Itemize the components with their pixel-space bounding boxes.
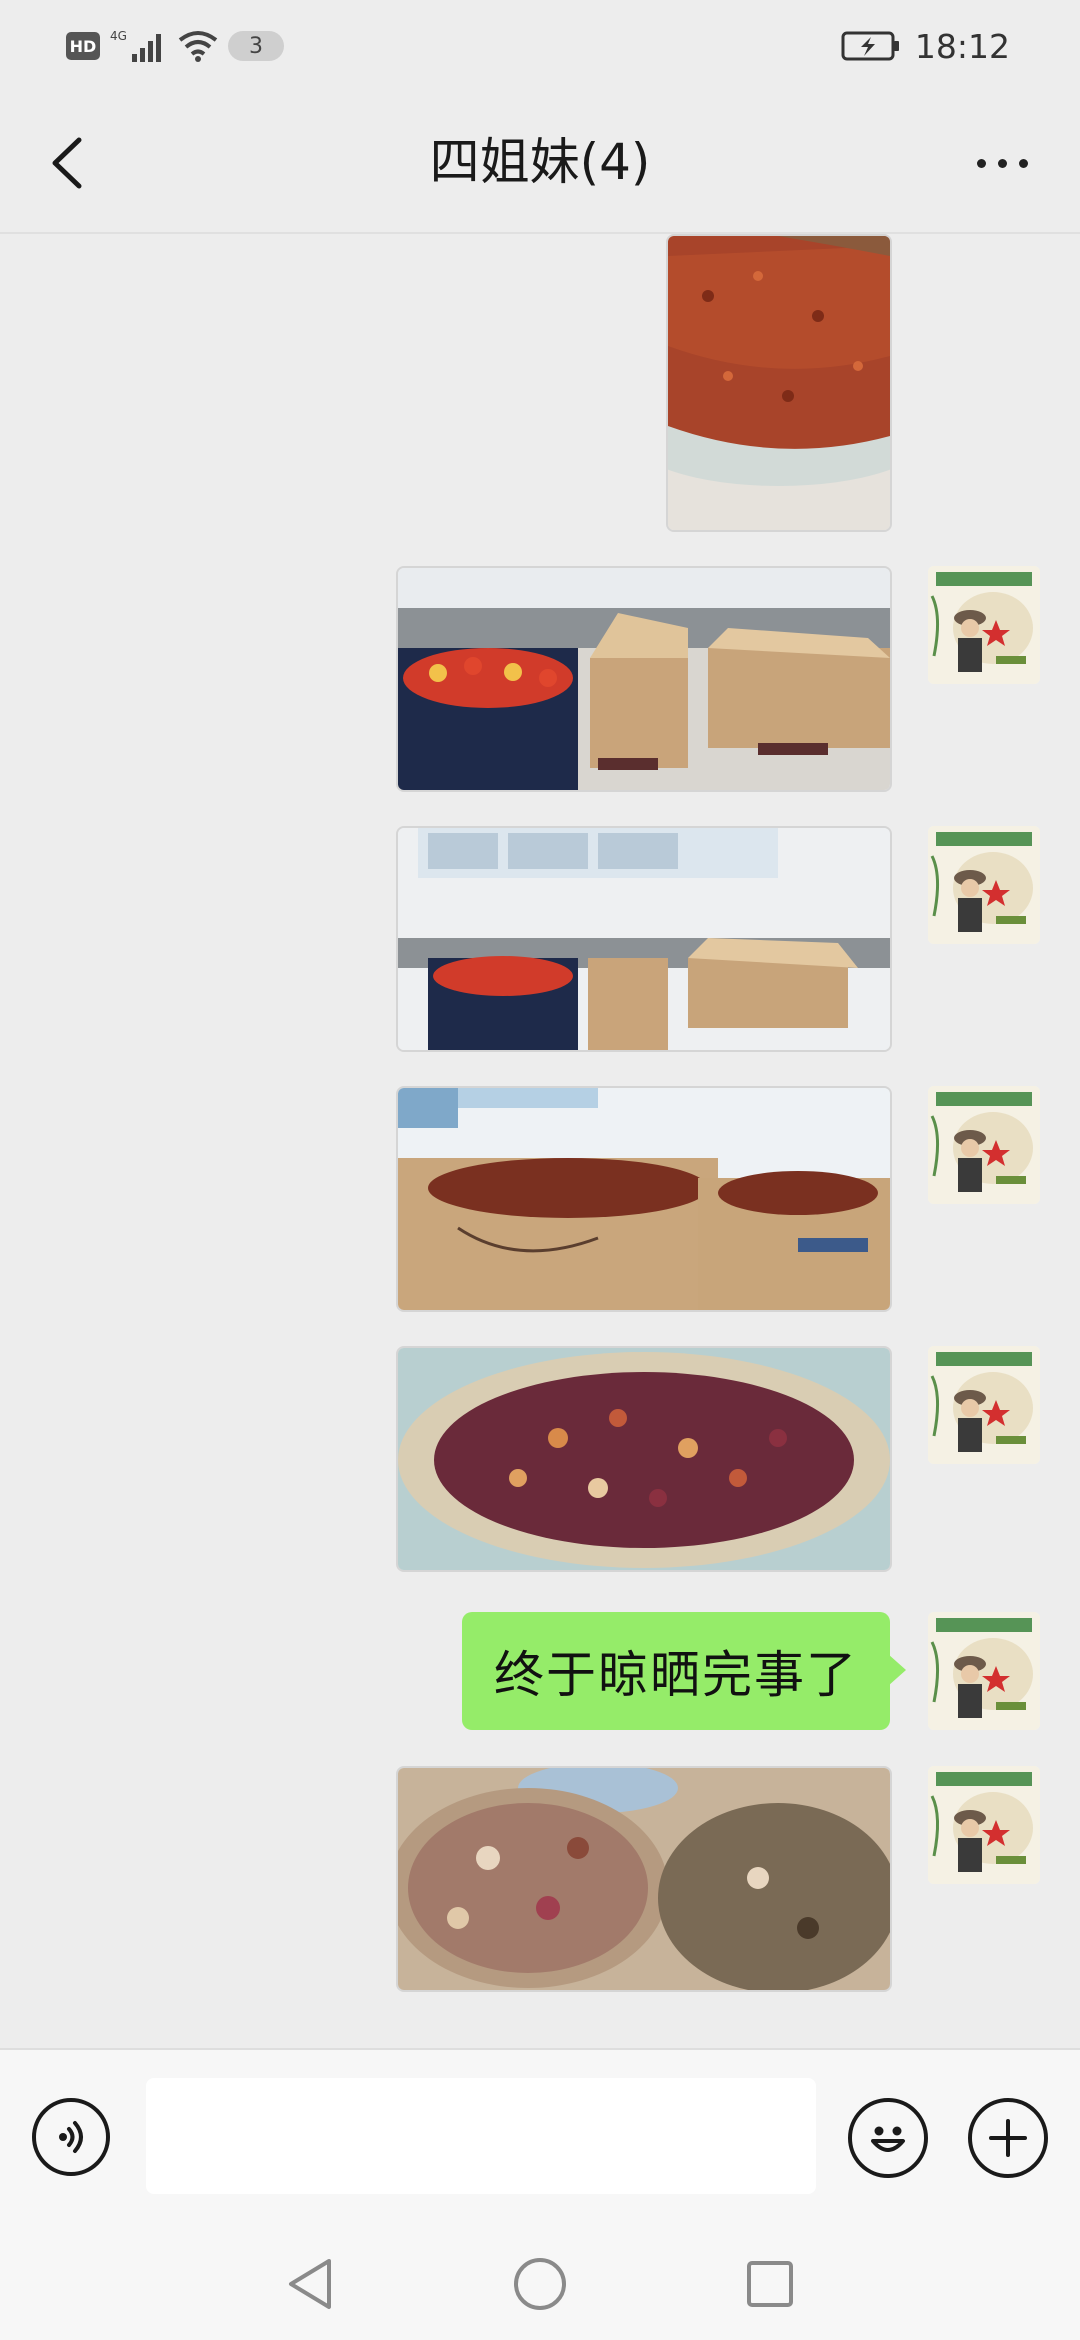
sender-avatar[interactable]: [928, 1346, 1040, 1464]
back-button[interactable]: [36, 128, 96, 198]
voice-button[interactable]: [32, 2098, 110, 2176]
cellular-signal-icon: 4G: [110, 29, 161, 62]
image-message[interactable]: [396, 826, 892, 1052]
nav-back-button[interactable]: [280, 2254, 340, 2314]
status-right: 18:12: [841, 24, 1010, 68]
nav-back-icon: [289, 2259, 331, 2309]
nav-home-button[interactable]: [510, 2254, 570, 2314]
network-type-label: 4G: [110, 29, 127, 43]
avatar-image: [928, 826, 1040, 944]
hd-badge: HD: [66, 32, 100, 60]
image-message[interactable]: [396, 566, 892, 792]
wifi-icon: [178, 31, 218, 62]
chat-title: 四姐妹(4): [429, 133, 651, 191]
dried-fruit-photo: [668, 236, 890, 530]
image-message[interactable]: [396, 1766, 892, 1992]
wicker-basket-photo: [398, 1348, 890, 1570]
notification-count-badge: 3: [228, 31, 284, 61]
nav-home-icon: [514, 2258, 566, 2310]
sender-avatar[interactable]: [928, 1086, 1040, 1204]
dried-slices-photo: [398, 1768, 890, 1990]
message-input[interactable]: [146, 2078, 816, 2194]
battery-charging-icon: [841, 31, 899, 61]
avatar-image: [928, 1612, 1040, 1730]
plus-icon: [989, 2119, 1027, 2157]
avatar-image: [928, 566, 1040, 684]
emoji-icon: [871, 2126, 905, 2152]
more-options-button[interactable]: [962, 128, 1042, 198]
avatar-image: [928, 1086, 1040, 1204]
image-message[interactable]: [396, 1086, 892, 1312]
dried-fruit-boxes-photo: [398, 1088, 890, 1310]
avatar-image: [928, 1346, 1040, 1464]
text-message: 终于晾晒完事了: [494, 1646, 858, 1704]
chevron-left-icon: [52, 137, 82, 189]
more-functions-button[interactable]: [968, 2098, 1048, 2178]
more-dots-icon: [976, 158, 986, 168]
text-message-bubble[interactable]: 终于晾晒完事了: [462, 1612, 906, 1730]
voice-icon: [59, 2121, 83, 2153]
message-input-bar: [0, 2048, 1080, 2226]
nav-recents-button[interactable]: [740, 2254, 800, 2314]
nav-recents-icon: [747, 2261, 793, 2307]
sender-avatar[interactable]: [928, 826, 1040, 944]
status-time: 18:12: [914, 26, 1010, 66]
sender-avatar[interactable]: [928, 1766, 1040, 1884]
system-nav-bar: [0, 2224, 1080, 2340]
emoji-button[interactable]: [848, 2098, 928, 2178]
sender-avatar[interactable]: [928, 566, 1040, 684]
status-bar: HD 4G 3 18:12: [0, 0, 1080, 92]
status-left: HD 4G 3: [66, 26, 284, 66]
image-message[interactable]: [396, 1346, 892, 1572]
fruit-crates-window-photo: [398, 828, 890, 1050]
chat-header: 四姐妹(4): [0, 92, 1080, 234]
sender-avatar[interactable]: [928, 1612, 1040, 1730]
avatar-image: [928, 1766, 1040, 1884]
fruit-crates-photo: [398, 568, 890, 790]
more-dot: [1018, 158, 1028, 168]
image-message[interactable]: [666, 234, 892, 532]
chat-messages[interactable]: 终于晾晒完事了: [0, 234, 1080, 2048]
more-dot: [997, 158, 1007, 168]
